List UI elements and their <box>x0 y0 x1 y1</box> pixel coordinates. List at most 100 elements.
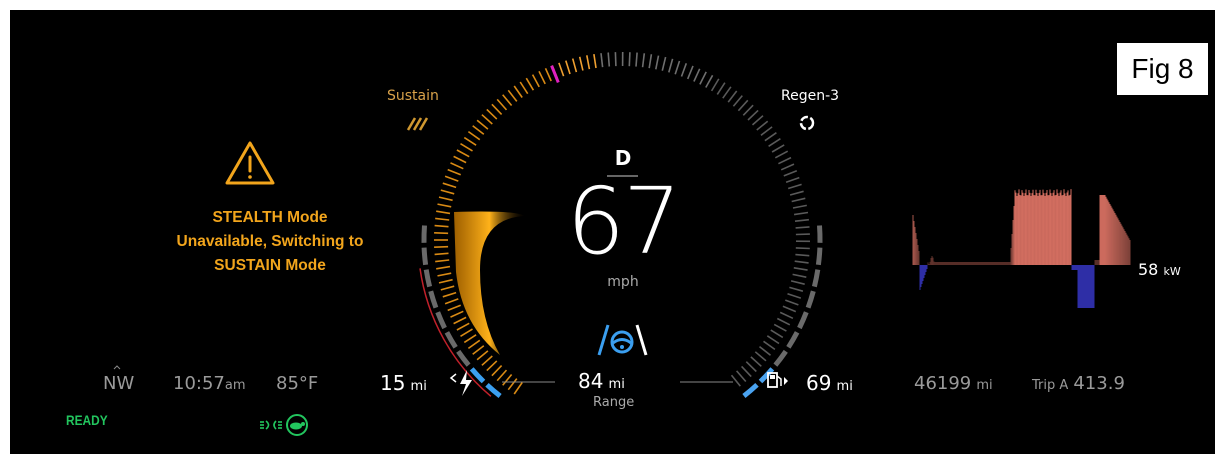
gauge-tick <box>435 259 450 263</box>
gauge-tick <box>742 104 754 116</box>
gauge-tick <box>444 298 459 305</box>
gauge-segment <box>421 225 427 243</box>
gauge-tick <box>614 52 617 67</box>
gauge-tick <box>440 189 455 195</box>
gauge-tick <box>558 62 565 77</box>
gauge-tick <box>502 94 513 107</box>
gauge-tick <box>450 162 464 170</box>
gauge-tick <box>460 143 473 152</box>
gauge-tick <box>476 350 489 361</box>
gauge-tick <box>750 356 762 367</box>
gauge-tick <box>442 291 457 298</box>
clock: 10:57am <box>173 373 246 394</box>
gauge-tick <box>789 286 804 292</box>
gauge-tick <box>655 55 660 70</box>
gauge-tick <box>447 168 461 176</box>
gauge-tick <box>747 109 759 121</box>
odometer-unit: mi <box>976 378 993 393</box>
total-range-unit: mi <box>608 377 625 392</box>
gauge-tick <box>434 252 449 256</box>
gauge-tick <box>434 245 449 248</box>
gauge-tick <box>716 82 726 95</box>
gauge-tick <box>789 190 804 196</box>
electric-range: 15 mi <box>380 371 427 395</box>
gauge-tick <box>699 71 707 85</box>
gauge-tick <box>481 114 493 125</box>
gauge-tick <box>571 58 578 73</box>
sustain-mode-label: Sustain <box>387 88 439 104</box>
gauge-tick <box>578 56 584 71</box>
gauge-tick <box>674 60 681 75</box>
gauge-tick <box>764 132 777 142</box>
gauge-tick <box>773 323 787 332</box>
lane-keep-icon <box>597 324 648 356</box>
gauge-tick <box>795 247 810 250</box>
gauge-tick <box>730 374 741 387</box>
gauge-tick <box>437 203 452 208</box>
gauge-tick <box>437 272 452 277</box>
trip-value: 413.9 <box>1073 373 1125 394</box>
gauge-tick <box>754 351 767 362</box>
gauge-tick <box>680 63 688 77</box>
trip-label: Trip A <box>1032 378 1069 393</box>
gauge-tick <box>741 365 752 378</box>
gauge-tick <box>450 310 464 318</box>
gauge-segment <box>444 331 458 349</box>
gauge-tick <box>586 55 591 70</box>
gauge-tick <box>565 60 571 75</box>
gauge-tick <box>486 360 498 372</box>
fuel-range-unit: mi <box>836 379 853 394</box>
gauge-tick <box>787 293 802 299</box>
gauge-tick <box>456 149 470 158</box>
gauge-tick <box>600 53 604 68</box>
gauge-tick <box>496 98 508 111</box>
gauge-tick <box>793 211 809 216</box>
fuel-pump-icon <box>767 372 788 388</box>
eco-turtle-icon <box>286 414 308 436</box>
gauge-tick <box>756 120 769 131</box>
gauge-tick <box>525 77 535 91</box>
gauge-tick <box>467 339 481 350</box>
gauge-tick <box>513 382 523 395</box>
gauge-tick <box>779 311 794 320</box>
speed-unit: mph <box>607 274 639 290</box>
gauge-segment <box>817 225 823 243</box>
gauge-tick <box>768 138 781 147</box>
power-unit: kW <box>1163 265 1181 278</box>
gauge-tick <box>440 285 455 291</box>
gauge-tick <box>686 65 694 80</box>
gauge-tick <box>780 163 795 171</box>
gear-indicator: D <box>614 146 632 170</box>
gauge-segment <box>797 311 809 330</box>
gauge-tick <box>766 335 780 345</box>
fuel-range-value: 69 <box>806 371 832 395</box>
gauge-tick <box>491 365 503 377</box>
gauge-tick <box>519 81 529 95</box>
gauge-tick <box>790 280 805 285</box>
gauge-segment <box>421 247 429 266</box>
gauge-tick <box>628 52 631 67</box>
gauge-tick <box>693 68 701 82</box>
gauge-tick <box>435 217 450 221</box>
gauge-segment <box>435 311 447 330</box>
gauge-tick <box>456 322 470 331</box>
headlight-indicator-icon <box>260 420 282 430</box>
gauge-tick <box>792 204 807 209</box>
warning-line-1: STEALTH Mode <box>212 209 328 226</box>
gauge-tick <box>538 70 546 85</box>
clock-time: 10:57 <box>173 373 225 394</box>
gauge-tick <box>791 197 806 203</box>
gauge-tick <box>794 260 809 264</box>
gauge-tick <box>737 99 749 112</box>
gauge-tick <box>434 232 449 235</box>
gauge-tick <box>785 299 799 306</box>
gauge-tick <box>544 67 552 82</box>
gauge-tick <box>778 156 792 165</box>
outside-temperature: 85°F <box>276 373 319 394</box>
gauge-segment <box>811 269 821 288</box>
gauge-tick <box>783 170 798 177</box>
gauge-tick <box>732 95 743 107</box>
gauge-tick <box>661 56 667 71</box>
gauge-tick <box>447 304 461 312</box>
gauge-tick <box>774 150 789 159</box>
